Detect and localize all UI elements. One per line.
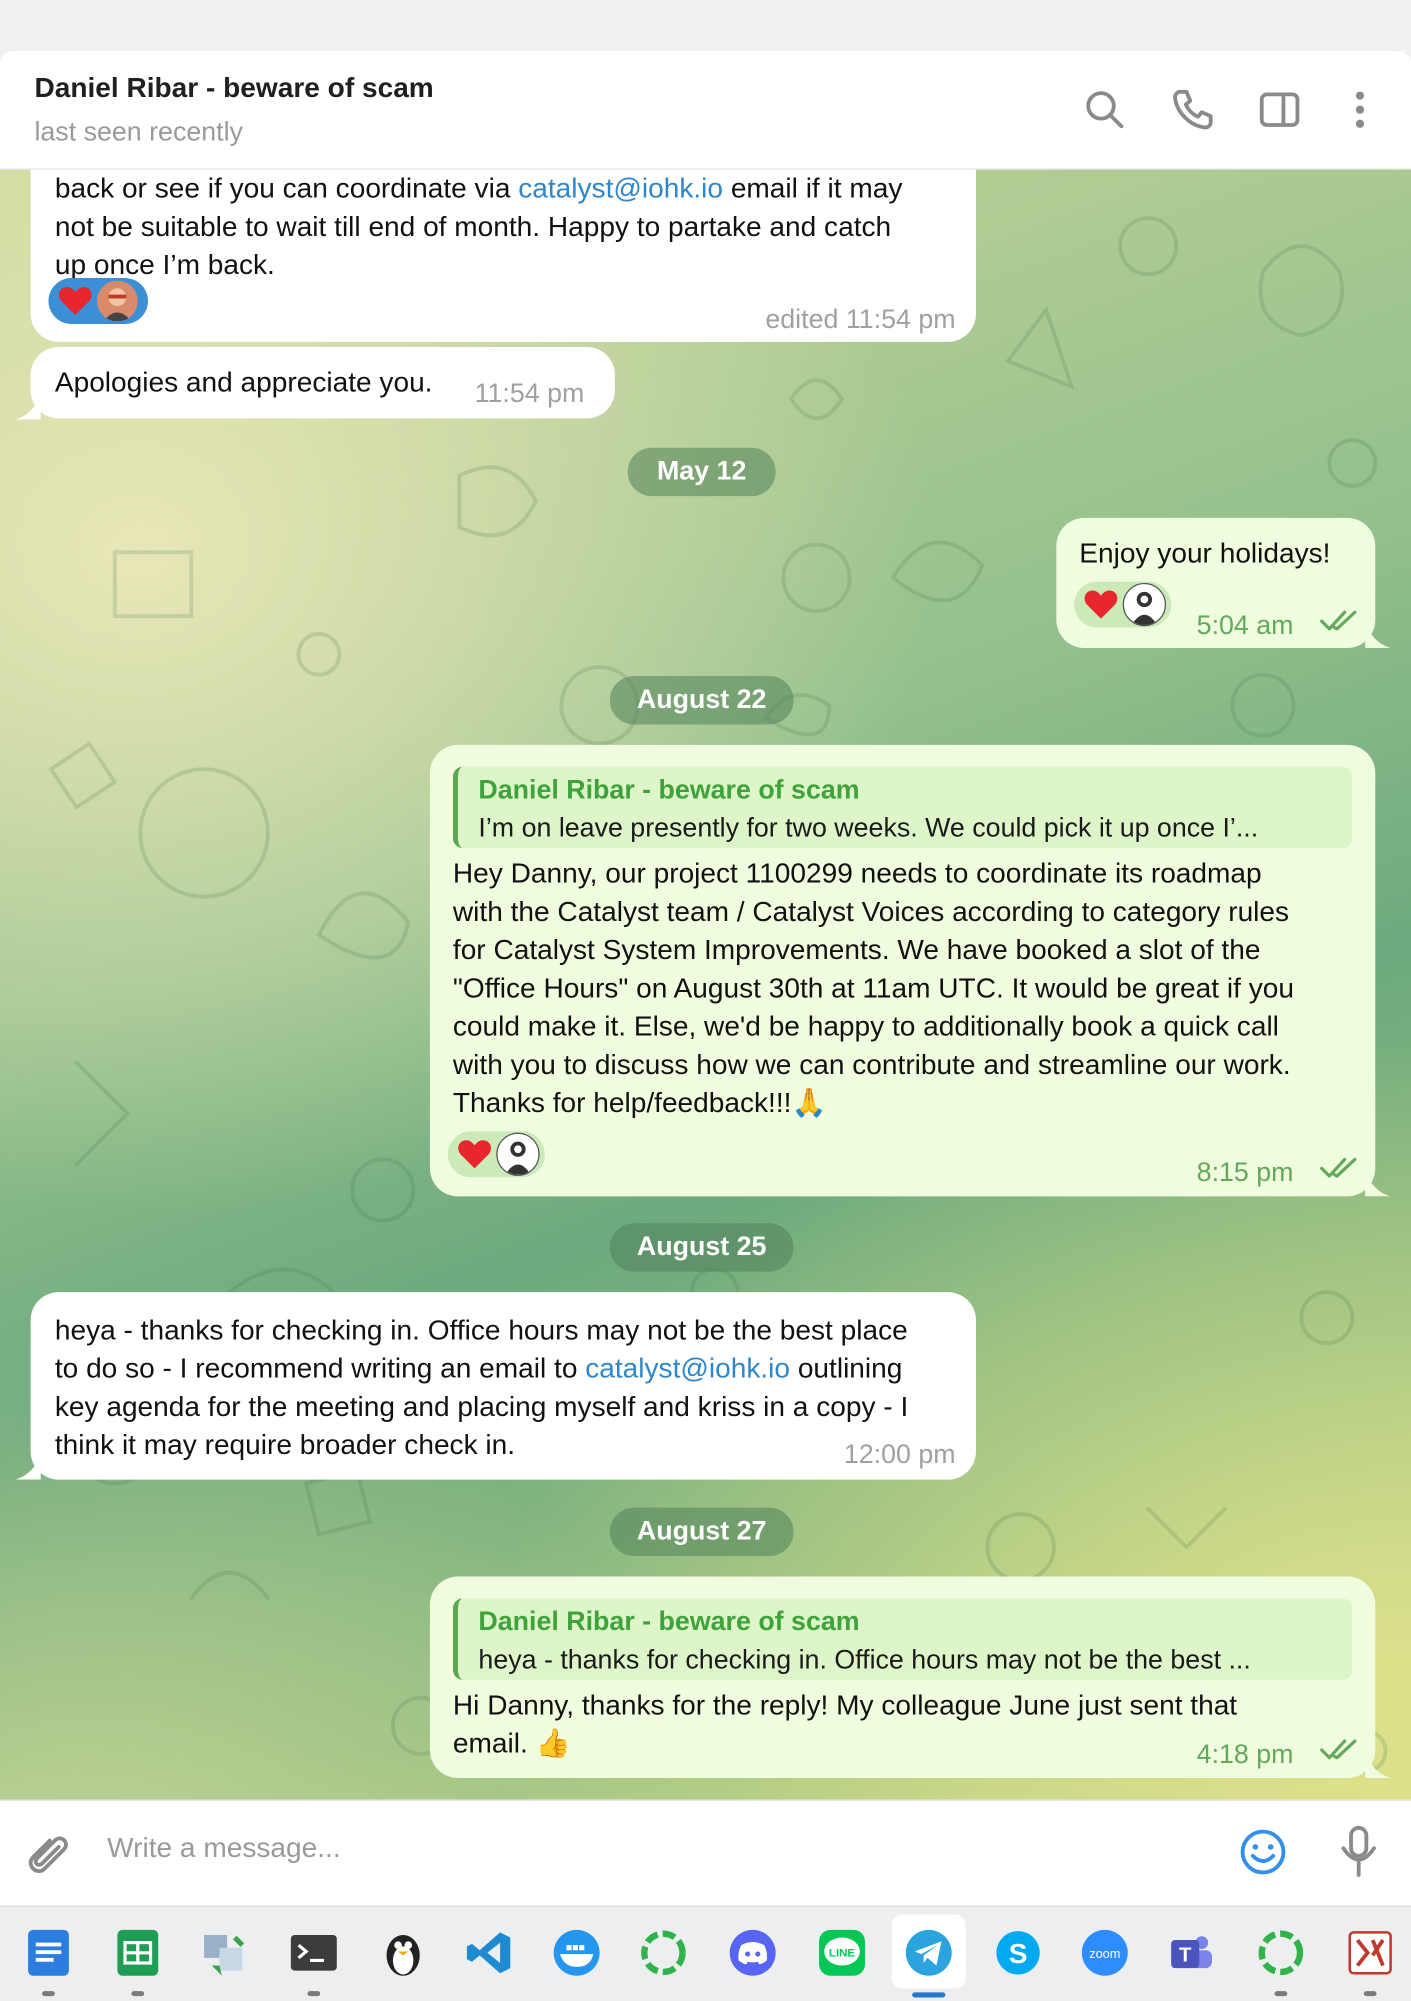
- message-incoming[interactable]: back or see if you can coordinate via ca…: [30, 169, 976, 342]
- message-text: back or see if you can coordinate via ca…: [54, 172, 903, 281]
- avatar: [496, 1132, 540, 1177]
- microphone-icon[interactable]: [1337, 1824, 1380, 1880]
- taskbar: LINE S zoom T: [0, 1905, 1411, 2001]
- reply-author: Daniel Ribar - beware of scam: [478, 1607, 860, 1637]
- more-options-icon[interactable]: [1337, 87, 1383, 133]
- read-checkmarks-icon: [1320, 610, 1357, 631]
- teams-label: T: [1179, 1945, 1192, 1967]
- message-text: Hi Danny, thanks for the reply! My colle…: [452, 1688, 1238, 1759]
- bubble-tail: [1365, 622, 1391, 648]
- message-text: Enjoy your holidays!: [1079, 536, 1331, 569]
- pray-emoji: 🙏: [791, 1086, 827, 1119]
- bubble-tail: [15, 1454, 41, 1480]
- attach-icon[interactable]: [26, 1829, 72, 1880]
- date-separator: August 27: [609, 1507, 794, 1557]
- sidebar-toggle-icon[interactable]: [1257, 87, 1303, 133]
- message-time: 11:54 pm: [474, 378, 585, 409]
- zoom-icon[interactable]: zoom: [1079, 1927, 1130, 1978]
- chat-header: Daniel Ribar - beware of scam last seen …: [0, 51, 1411, 170]
- thumbs-up-emoji: 👍: [535, 1727, 571, 1759]
- message-outgoing[interactable]: Daniel Ribar - beware of scam I’m on lea…: [429, 744, 1376, 1197]
- transfer-icon[interactable]: [199, 1927, 250, 1978]
- message-input[interactable]: Write a message...: [107, 1832, 340, 1865]
- window-top-strip: [0, 0, 1411, 52]
- chat-messages-area[interactable]: back or see if you can coordinate via ca…: [0, 169, 1411, 1800]
- search-icon[interactable]: [1082, 87, 1128, 133]
- chat-status: last seen recently: [34, 117, 243, 147]
- bubble-tail: [15, 394, 41, 420]
- reply-quote[interactable]: Daniel Ribar - beware of scam I’m on lea…: [452, 766, 1353, 849]
- read-checkmarks-icon: [1320, 1739, 1357, 1760]
- read-checkmarks-icon: [1320, 1157, 1357, 1178]
- message-incoming[interactable]: Apologies and appreciate you. 11:54 pm: [30, 346, 615, 419]
- skype-label: S: [1009, 1938, 1028, 1969]
- reaction-badge[interactable]: [1074, 581, 1172, 628]
- message-time: 8:15 pm: [1196, 1158, 1294, 1188]
- date-separator: May 12: [627, 447, 776, 497]
- message-time: 5:04 am: [1196, 610, 1294, 641]
- phone-icon[interactable]: [1170, 87, 1216, 133]
- vscode-icon[interactable]: [464, 1927, 515, 1978]
- email-link[interactable]: catalyst@iohk.io: [518, 172, 723, 204]
- message-incoming[interactable]: heya - thanks for checking in. Office ho…: [30, 1292, 976, 1480]
- chat-title[interactable]: Daniel Ribar - beware of scam: [34, 71, 433, 104]
- date-separator: August 25: [609, 1223, 794, 1272]
- heart-icon: [458, 1140, 491, 1169]
- tux-icon[interactable]: [378, 1927, 429, 1978]
- reply-quote[interactable]: Daniel Ribar - beware of scam heya - tha…: [452, 1598, 1353, 1680]
- message-time: 12:00 pm: [843, 1440, 956, 1470]
- message-time: 4:18 pm: [1196, 1739, 1294, 1770]
- ring-app-icon[interactable]: [1255, 1927, 1306, 1978]
- heart-icon: [1084, 590, 1118, 619]
- emoji-icon[interactable]: [1237, 1827, 1288, 1878]
- terminal-icon[interactable]: [288, 1927, 339, 1978]
- reply-text: I’m on leave presently for two weeks. We…: [478, 813, 1259, 844]
- reply-text: heya - thanks for checking in. Office ho…: [478, 1645, 1251, 1675]
- telegram-icon[interactable]: [903, 1927, 954, 1978]
- reaction-badge[interactable]: [48, 278, 148, 324]
- heart-icon: [58, 286, 92, 316]
- message-text: Apologies and appreciate you.: [54, 366, 433, 398]
- skype-icon[interactable]: S: [993, 1927, 1044, 1978]
- running-indicator: [307, 1991, 321, 1997]
- docker-icon[interactable]: [551, 1927, 602, 1978]
- teams-icon[interactable]: T: [1166, 1927, 1217, 1978]
- discord-icon[interactable]: [727, 1927, 778, 1978]
- email-link[interactable]: catalyst@iohk.io: [585, 1352, 790, 1384]
- reaction-badge[interactable]: [447, 1131, 545, 1178]
- message-text: Hey Danny, our project 1100299 needs to …: [452, 857, 1294, 1119]
- running-indicator: [131, 1991, 145, 1997]
- bubble-tail: [1365, 1170, 1391, 1197]
- running-indicator: [1274, 1991, 1288, 1997]
- line-label: LINE: [829, 1948, 855, 1960]
- avatar: [1122, 582, 1167, 627]
- zoom-label: zoom: [1089, 1946, 1120, 1961]
- docs-icon[interactable]: [23, 1927, 74, 1978]
- message-text: heya - thanks for checking in. Office ho…: [54, 1313, 909, 1461]
- date-separator: August 22: [609, 676, 794, 725]
- line-icon[interactable]: LINE: [816, 1927, 867, 1978]
- message-outgoing[interactable]: Enjoy your holidays! 5:04 am: [1056, 517, 1376, 648]
- message-outgoing[interactable]: Daniel Ribar - beware of scam heya - tha…: [429, 1576, 1376, 1779]
- running-indicator: [42, 1991, 55, 1997]
- running-indicator: [1363, 1991, 1377, 1997]
- sheets-icon[interactable]: [112, 1927, 163, 1978]
- active-indicator: [912, 1992, 946, 1998]
- avatar: [96, 280, 138, 322]
- ks-icon[interactable]: [1345, 1927, 1396, 1978]
- ring-app-icon[interactable]: [638, 1927, 689, 1978]
- bubble-tail: [1365, 1752, 1391, 1779]
- message-time: edited 11:54 pm: [765, 304, 956, 335]
- reply-author: Daniel Ribar - beware of scam: [478, 775, 860, 805]
- message-composer: Write a message...: [0, 1799, 1411, 1906]
